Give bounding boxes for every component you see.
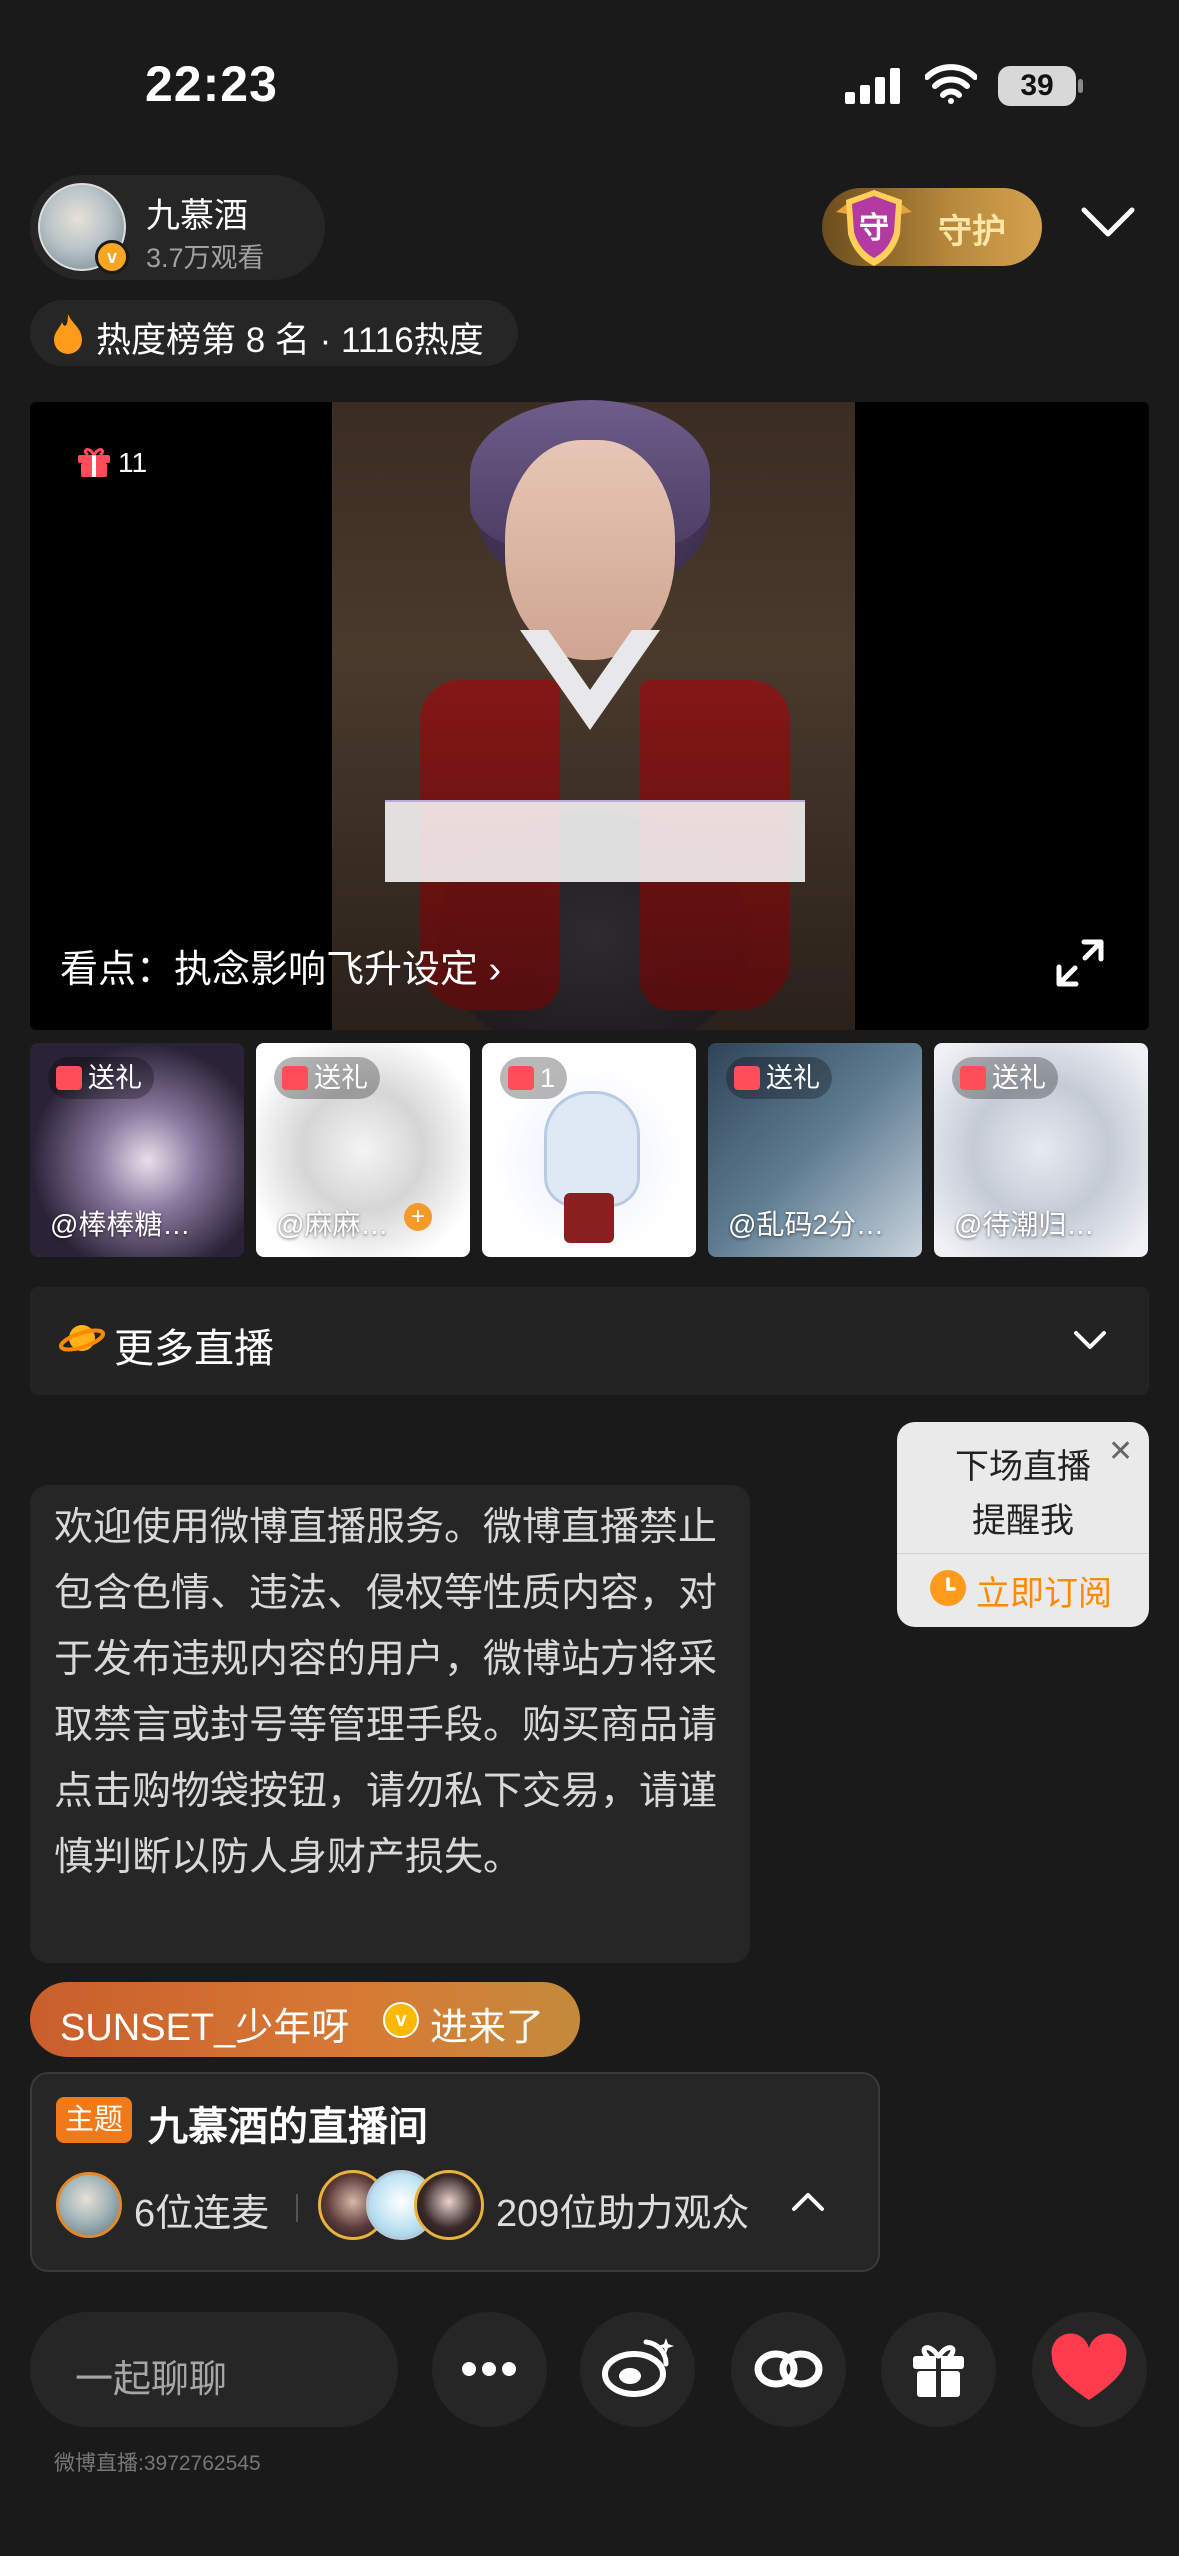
battery-tip xyxy=(1078,79,1083,93)
video-highlight-link[interactable]: 看点：执念影响飞升设定 › xyxy=(60,938,501,993)
video-character-face xyxy=(505,440,675,660)
thumb-gift-tag: 送礼 xyxy=(274,1057,380,1099)
weibo-logo-icon xyxy=(602,2338,674,2397)
live-thumbnail[interactable]: 送礼 @乱码2分… xyxy=(708,1043,922,1257)
topic-title: 九慕酒的直播间 xyxy=(148,2105,428,2149)
subscribe-button[interactable]: 立即订阅 xyxy=(976,1566,1112,1615)
battery-icon: 39 xyxy=(998,66,1076,106)
weibo-share-button[interactable] xyxy=(580,2312,695,2427)
thumb-gift-tag: 1 xyxy=(500,1057,568,1099)
guard-shield-char: 守 xyxy=(859,211,889,246)
topic-tag: 主题 xyxy=(56,2097,132,2143)
gift-icon xyxy=(282,1066,308,1090)
thumb-gift-tag: 送礼 xyxy=(726,1057,832,1099)
close-icon[interactable]: ✕ xyxy=(1108,1434,1133,1469)
thumb-gift-tag: 送礼 xyxy=(48,1057,154,1099)
fire-icon xyxy=(50,312,86,359)
thumb-name: @棒棒糖… xyxy=(50,1209,191,1240)
more-live-label: 更多直播 xyxy=(114,1327,274,1371)
planet-icon xyxy=(58,1318,106,1363)
more-options-button[interactable] xyxy=(432,2312,547,2427)
thumb-figure xyxy=(544,1091,640,1207)
thumb-name: @乱码2分… xyxy=(728,1209,884,1240)
entered-username[interactable]: SUNSET_少年呀 xyxy=(60,1996,349,2051)
cohost-count[interactable]: 6位连麦 xyxy=(134,2182,269,2237)
heart-icon xyxy=(1051,2333,1127,2400)
streamer-name[interactable]: 九慕酒 xyxy=(146,188,248,237)
cellular-signal-icon xyxy=(845,68,907,109)
thumb-figure-dress xyxy=(564,1193,614,1243)
gift-icon xyxy=(960,1066,986,1090)
entered-action-text: 进来了 xyxy=(430,2007,545,2049)
more-dots-icon xyxy=(462,2362,516,2376)
chevron-down-icon[interactable] xyxy=(1080,205,1136,244)
link-rings-icon xyxy=(754,2350,823,2388)
live-thumbnail[interactable]: 送礼 @麻麻… + xyxy=(256,1043,470,1257)
guard-shield-icon: 守 xyxy=(828,182,920,274)
video-game-dialog xyxy=(385,800,805,882)
gift-icon xyxy=(508,1066,534,1090)
live-thumbnail[interactable]: 1 xyxy=(482,1043,696,1257)
gift-icon xyxy=(76,443,112,484)
chevron-up-icon[interactable] xyxy=(790,2190,826,2219)
gift-box-icon xyxy=(913,2345,964,2397)
viewer-count: 3.7万观看 xyxy=(146,243,265,273)
wifi-icon xyxy=(924,64,978,109)
live-thumbnail[interactable]: 送礼 @棒棒糖… xyxy=(30,1043,244,1257)
fullscreen-expand-icon[interactable] xyxy=(1055,938,1105,993)
gift-icon xyxy=(56,1066,82,1090)
live-thumbnail[interactable]: 送礼 @待潮归… xyxy=(934,1043,1148,1257)
gift-icon xyxy=(734,1066,760,1090)
heat-rank-text: 热度榜第 8 名 · 1116热度 xyxy=(96,321,484,360)
verified-badge-icon: v xyxy=(95,240,129,274)
follow-plus-icon[interactable]: + xyxy=(404,1203,432,1231)
link-button[interactable] xyxy=(731,2312,846,2427)
verified-badge-icon: v xyxy=(383,2002,419,2038)
chat-input-placeholder: 一起聊聊 xyxy=(75,2359,228,2401)
thumb-name: @待潮归… xyxy=(954,1209,1095,1240)
guard-label: 守护 xyxy=(938,213,1006,251)
cohost-avatar[interactable] xyxy=(56,2172,122,2238)
like-button[interactable] xyxy=(1032,2312,1147,2427)
gift-button[interactable] xyxy=(881,2312,996,2427)
chevron-down-icon[interactable] xyxy=(1072,1328,1108,1357)
room-id: 微博直播:3972762545 xyxy=(54,2452,261,2475)
stopwatch-icon xyxy=(930,1570,966,1606)
gift-count: 11 xyxy=(118,447,148,478)
status-time: 22:23 xyxy=(145,56,278,112)
divider xyxy=(897,1553,1149,1554)
supporter-avatar[interactable] xyxy=(414,2170,484,2240)
supporters-count[interactable]: 209位助力观众 xyxy=(496,2182,749,2237)
thumb-gift-tag: 送礼 xyxy=(952,1057,1058,1099)
system-notice-text: 欢迎使用微博直播服务。微博直播禁止包含色情、违法、侵权等性质内容，对于发布违规内… xyxy=(54,1506,718,1879)
divider xyxy=(296,2194,298,2222)
